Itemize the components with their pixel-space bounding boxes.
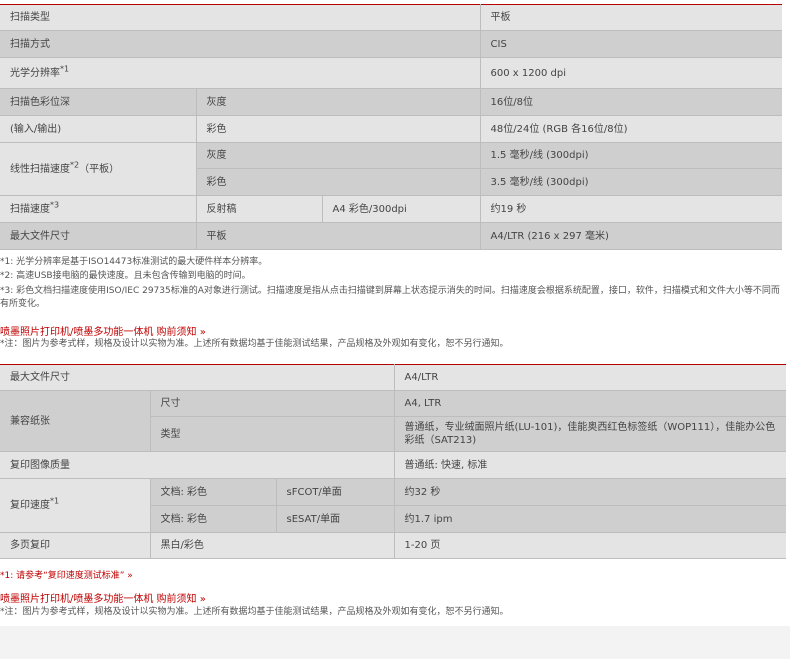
spec-sublabel: 文档: 彩色 (150, 478, 277, 506)
spec-sublabel: A4 彩色/300dpi (322, 195, 481, 223)
disclaimer: *注：图片为参考式样，规格及设计以实物为准。上述所有数据均基于佳能测试结果，产品… (0, 607, 509, 617)
table-row: 线性扫描速度*2（平板） 灰度 1.5 毫秒/线 (300dpi) (0, 142, 783, 196)
disclaimer: *注：图片为参考式样，规格及设计以实物为准。上述所有数据均基于佳能测试结果，产品… (0, 339, 509, 349)
scan-spec-table: 扫描类型 平板 扫描方式 CIS 光学分辨率*1 600 x 1200 dpi … (0, 4, 783, 250)
spec-label: 复印速度*1 (0, 478, 151, 533)
table-row: 复印速度*1 文档: 彩色 sFCOT/单面 约32 秒 (0, 478, 786, 533)
spec-label: 兼容纸张 (0, 390, 151, 452)
spec-sublabel: 平板 (196, 222, 481, 250)
spec-label: 多页复印 (0, 532, 151, 559)
table-row: 光学分辨率*1 600 x 1200 dpi (0, 57, 783, 89)
table-row: 兼容纸张 尺寸 A4, LTR (0, 390, 786, 452)
table-row: 最大文件尺寸 A4/LTR (0, 364, 786, 391)
spec-sublabel: 黑白/彩色 (150, 532, 395, 559)
label-suffix: （平板） (79, 163, 120, 175)
spec-sublabel: 类型 (150, 416, 395, 452)
spec-sublabel: 灰度 (196, 142, 481, 169)
table-row: 扫描色彩位深 灰度 16位/8位 (0, 88, 783, 116)
spec-value: A4, LTR (394, 390, 786, 417)
spec-value: 约32 秒 (394, 478, 786, 506)
spec-sublabel: 尺寸 (150, 390, 395, 417)
table-row: 扫描速度*3 反射稿 A4 彩色/300dpi 约19 秒 (0, 195, 783, 223)
footnote-marker: *3 (50, 200, 60, 210)
spec-label: 最大文件尺寸 (0, 222, 197, 250)
table-row: 复印图像质量 普通纸: 快速, 标准 (0, 451, 786, 479)
label-text: 扫描速度 (10, 203, 50, 215)
table-row: 最大文件尺寸 平板 A4/LTR (216 x 297 毫米) (0, 222, 783, 250)
spec-value: 约19 秒 (480, 195, 783, 223)
spec-value: A4/LTR (216 x 297 毫米) (480, 222, 783, 250)
label-text: 线性扫描速度 (10, 163, 70, 175)
spec-sublabel: sESAT/单面 (276, 505, 395, 533)
spec-label: 扫描类型 (0, 4, 481, 31)
spec-value: 600 x 1200 dpi (480, 57, 783, 89)
footnote: *3: 彩色文档扫描速度使用ISO/IEC 29735标准的A对象进行测试。扫描… (0, 286, 780, 309)
table-row: 扫描方式 CIS (0, 30, 783, 58)
table-row: 扫描类型 平板 (0, 4, 783, 31)
spec-sublabel: 彩色 (196, 115, 481, 143)
label-text: 光学分辨率 (10, 67, 60, 79)
spec-label: 复印图像质量 (0, 451, 395, 479)
spec-label: 光学分辨率*1 (0, 57, 481, 89)
footnote-marker: *2 (70, 160, 80, 170)
table-row: 多页复印 黑白/彩色 1-20 页 (0, 532, 786, 559)
footnote: *2: 高速USB接电脑的最快速度。且未包含传输到电脑的时间。 (0, 271, 251, 281)
label-text: 复印速度 (10, 500, 50, 511)
footnote: *1: 光学分辨率是基于ISO14473标准测试的最大硬件样本分辨率。 (0, 257, 268, 267)
copy-speed-standard-link[interactable]: *1: 请参考“复印速度测试标准” » (0, 568, 133, 581)
spec-value: 平板 (480, 4, 783, 31)
spec-value: 1-20 页 (394, 532, 786, 559)
spec-label: 线性扫描速度*2（平板） (0, 142, 197, 196)
spec-value: 普通纸，专业绒面照片纸(LU-101)，佳能奥西红色标签纸（WOP111），佳能… (394, 416, 786, 452)
spec-value: CIS (480, 30, 783, 58)
footer-band (0, 626, 790, 659)
spec-label: 扫描方式 (0, 30, 481, 58)
spec-value: 约1.7 ipm (394, 505, 786, 533)
spec-sublabel: 文档: 彩色 (150, 505, 277, 533)
spec-sublabel: 彩色 (196, 168, 481, 196)
spec-label: 扫描色彩位深 (0, 88, 197, 116)
footnote-marker: *1 (50, 496, 60, 506)
table-row: (输入/输出) 彩色 48位/24位 (RGB 各16位/8位) (0, 115, 783, 143)
copy-spec-table: 最大文件尺寸 A4/LTR 兼容纸张 尺寸 A4, LTR 类型 普通纸，专业绒… (0, 364, 786, 559)
spec-sublabel: 灰度 (196, 88, 481, 116)
spec-value: 1.5 毫秒/线 (300dpi) (480, 142, 783, 169)
purchase-notice-link[interactable]: 喷墨照片打印机/喷墨多功能一体机 购前须知 » (0, 590, 206, 605)
spec-value: 3.5 毫秒/线 (300dpi) (480, 168, 783, 196)
spec-value: 普通纸: 快速, 标准 (394, 451, 786, 479)
spec-value: A4/LTR (394, 364, 786, 391)
spec-label: 扫描速度*3 (0, 195, 197, 223)
spec-value: 48位/24位 (RGB 各16位/8位) (480, 115, 783, 143)
spec-label: 最大文件尺寸 (0, 364, 395, 391)
spec-sublabel: 反射稿 (196, 195, 323, 223)
spec-sublabel: sFCOT/单面 (276, 478, 395, 506)
spec-value: 16位/8位 (480, 88, 783, 116)
spec-label: (输入/输出) (0, 115, 197, 143)
footnote-marker: *1 (60, 64, 70, 74)
purchase-notice-link[interactable]: 喷墨照片打印机/喷墨多功能一体机 购前须知 » (0, 323, 206, 338)
